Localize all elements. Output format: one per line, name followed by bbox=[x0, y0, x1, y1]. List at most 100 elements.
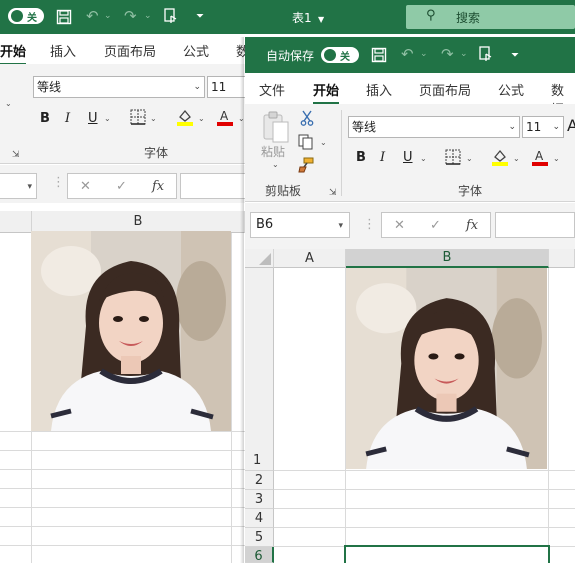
fill-dropdown-icon[interactable]: ⌄ bbox=[198, 114, 205, 123]
fx-icon[interactable]: fx bbox=[466, 218, 478, 233]
front-tab-page-layout[interactable]: 页面布局 bbox=[419, 80, 471, 99]
front-formula-bar: B6 ▾ ⋮ ✕ ✓ fx bbox=[245, 203, 575, 249]
chevron-down-icon: ⌄ bbox=[193, 82, 201, 92]
grow-font-icon[interactable]: A bbox=[567, 116, 575, 135]
front-font-size-select[interactable]: 11 ⌄ bbox=[522, 116, 564, 138]
col-hdr-c[interactable] bbox=[549, 249, 575, 268]
clipboard-group-label: 剪贴板 bbox=[265, 184, 302, 198]
redo-icon[interactable]: ↷ bbox=[441, 46, 454, 62]
save-icon[interactable] bbox=[371, 47, 387, 66]
back-window-title: 表1 bbox=[292, 11, 312, 25]
fill-color-icon[interactable] bbox=[176, 108, 194, 130]
col-hdr-b[interactable]: B bbox=[346, 249, 549, 268]
clipboard-launcher-icon[interactable]: ⇲ bbox=[12, 150, 20, 160]
paste-label[interactable]: 粘贴 bbox=[261, 143, 285, 160]
selected-cell-b6[interactable] bbox=[344, 545, 550, 563]
border-dropdown-icon[interactable]: ⌄ bbox=[466, 154, 473, 163]
font-color-icon[interactable]: A bbox=[531, 148, 549, 170]
bold-icon[interactable]: B bbox=[356, 150, 366, 165]
paste-dropdown-icon[interactable]: ⌄ bbox=[272, 160, 279, 169]
back-formula-bar: ▾ ⋮ ✕ ✓ fx bbox=[0, 165, 250, 203]
format-painter-icon[interactable] bbox=[298, 157, 314, 177]
front-autosave-toggle[interactable]: 关 bbox=[321, 47, 359, 63]
italic-icon[interactable]: I bbox=[65, 111, 70, 126]
border-icon[interactable] bbox=[445, 149, 461, 169]
fill-dropdown-icon[interactable]: ⌄ bbox=[513, 154, 520, 163]
back-paste-dropdown-icon[interactable]: ⌄ bbox=[5, 99, 12, 108]
back-tab-insert[interactable]: 插入 bbox=[50, 41, 76, 60]
col-hdr-a[interactable]: A bbox=[274, 249, 346, 268]
save-icon[interactable] bbox=[56, 9, 72, 28]
row-hdr-6[interactable]: 6 bbox=[245, 547, 274, 563]
search-box[interactable]: ⚲ 搜索 bbox=[406, 5, 575, 29]
back-fx-buttons: ✕ ✓ fx bbox=[67, 173, 177, 199]
row-hdr-1[interactable]: 1 bbox=[245, 268, 274, 471]
back-col-hdr-b[interactable]: B bbox=[32, 211, 245, 233]
back-tab-home[interactable]: 开始 bbox=[0, 41, 27, 66]
row-hdr-2[interactable]: 2 bbox=[245, 471, 274, 490]
underline-icon[interactable]: U bbox=[88, 111, 98, 126]
copy-dropdown-icon[interactable]: ⌄ bbox=[320, 138, 327, 147]
front-tab-home[interactable]: 开始 bbox=[313, 80, 340, 105]
cancel-icon[interactable]: ✕ bbox=[80, 179, 91, 194]
undo-dropdown-icon[interactable]: ⌄ bbox=[104, 8, 112, 24]
redo-icon[interactable]: ↷ bbox=[124, 8, 137, 24]
copy-icon[interactable] bbox=[298, 134, 314, 154]
inserted-photo[interactable] bbox=[346, 268, 547, 469]
row-hdr-4[interactable]: 4 bbox=[245, 509, 274, 528]
front-tab-insert[interactable]: 插入 bbox=[366, 80, 392, 99]
front-tab-file[interactable]: 文件 bbox=[259, 80, 285, 99]
front-formula-input[interactable] bbox=[495, 212, 575, 238]
title-dropdown-icon[interactable]: ▼ bbox=[318, 12, 324, 28]
select-all-corner[interactable] bbox=[245, 249, 274, 268]
front-font-name-select[interactable]: 等线 ⌄ bbox=[348, 116, 520, 138]
customize-icon[interactable]: ⏷ bbox=[511, 48, 519, 64]
underline-dropdown-icon[interactable]: ⌄ bbox=[104, 114, 111, 123]
underline-icon[interactable]: U bbox=[403, 150, 413, 165]
border-dropdown-icon[interactable]: ⌄ bbox=[150, 114, 157, 123]
fill-color-icon[interactable] bbox=[491, 148, 509, 170]
front-font-group-label: 字体 bbox=[458, 184, 483, 198]
gridline bbox=[0, 469, 245, 470]
front-font-name: 等线 bbox=[352, 120, 377, 134]
border-icon[interactable] bbox=[130, 109, 146, 129]
undo-icon[interactable]: ↶ bbox=[401, 46, 414, 62]
front-grid[interactable]: A B 1 2 3 4 5 6 bbox=[245, 249, 575, 563]
font-color-icon[interactable]: A bbox=[216, 108, 234, 130]
back-name-box[interactable]: ▾ bbox=[0, 173, 37, 199]
clipboard-launcher-icon[interactable]: ⇲ bbox=[329, 188, 337, 198]
redo-dropdown-icon[interactable]: ⌄ bbox=[460, 46, 468, 62]
undo-dropdown-icon[interactable]: ⌄ bbox=[420, 46, 428, 62]
search-icon: ⚲ bbox=[426, 8, 436, 23]
back-autosave-toggle[interactable]: 关 bbox=[8, 8, 44, 24]
front-name-box[interactable]: B6 ▾ bbox=[250, 212, 350, 238]
back-font-name-select[interactable]: 等线 ⌄ bbox=[33, 76, 205, 98]
confirm-icon[interactable]: ✓ bbox=[430, 218, 441, 233]
namebox-dropdown-icon: ▾ bbox=[27, 182, 32, 192]
back-tab-formulas[interactable]: 公式 bbox=[183, 41, 209, 60]
touch-mode-icon[interactable] bbox=[164, 8, 178, 27]
back-tab-page-layout[interactable]: 页面布局 bbox=[104, 41, 156, 60]
redo-dropdown-icon[interactable]: ⌄ bbox=[144, 8, 152, 24]
cut-icon[interactable] bbox=[300, 110, 314, 130]
gridline bbox=[0, 450, 245, 451]
gridline bbox=[0, 431, 245, 432]
customize-icon[interactable]: ⏷ bbox=[196, 9, 204, 25]
undo-icon[interactable]: ↶ bbox=[86, 8, 99, 24]
row-hdr-3[interactable]: 3 bbox=[245, 490, 274, 509]
touch-mode-icon[interactable] bbox=[479, 46, 493, 65]
back-font-size: 11 bbox=[211, 80, 227, 94]
confirm-icon[interactable]: ✓ bbox=[116, 179, 127, 194]
underline-dropdown-icon[interactable]: ⌄ bbox=[420, 154, 427, 163]
back-inserted-photo[interactable] bbox=[31, 231, 231, 431]
fx-icon[interactable]: fx bbox=[152, 179, 164, 194]
cancel-icon[interactable]: ✕ bbox=[394, 218, 405, 233]
font-color-dropdown-icon[interactable]: ⌄ bbox=[553, 154, 560, 163]
gridline bbox=[274, 470, 575, 471]
back-grid[interactable]: B bbox=[0, 203, 245, 563]
bold-icon[interactable]: B bbox=[40, 111, 50, 126]
row-hdr-5[interactable]: 5 bbox=[245, 528, 274, 547]
back-font-group-label: 字体 bbox=[144, 146, 169, 160]
italic-icon[interactable]: I bbox=[380, 150, 385, 165]
front-tab-formulas[interactable]: 公式 bbox=[498, 80, 524, 99]
